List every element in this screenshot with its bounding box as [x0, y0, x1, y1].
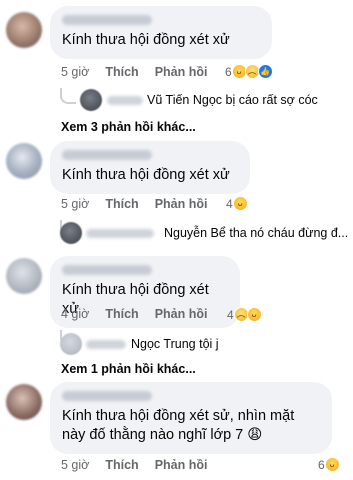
like-button[interactable]: Thích [105, 197, 138, 211]
reply-line: Vũ Tiến Ngọc bị cáo rất sợ cóc [147, 93, 318, 107]
comment-time[interactable]: 5 giờ [61, 197, 89, 211]
comment-time[interactable]: 5 giờ [61, 458, 89, 472]
commenter-avatar[interactable] [6, 143, 42, 179]
reply-text: tội j [199, 337, 219, 351]
reply-button[interactable]: Phản hồi [155, 65, 208, 79]
haha-icon: ᴗ [246, 307, 262, 322]
blurred-reply-prefix [86, 229, 154, 238]
comment-time[interactable]: 4 giờ [61, 307, 89, 321]
reaction-count: 4 [226, 196, 233, 211]
commenter-avatar[interactable] [6, 384, 42, 420]
haha-icon: ᴗ [324, 457, 340, 472]
blurred-commenter-name[interactable] [62, 150, 152, 160]
commenter-avatar[interactable] [6, 258, 42, 294]
reply-author[interactable]: Nguyễn Bể [164, 226, 226, 240]
reply-line: Ngọc Trung tội j [131, 337, 219, 351]
like-icon: 👍 [257, 64, 273, 79]
reply-author[interactable]: Vũ Tiến Ngọc [147, 93, 222, 107]
haha-icon: ᴗ [232, 196, 248, 211]
reaction-summary[interactable]: 6 ᴗ ︵ 👍 [225, 64, 273, 79]
comment-text: Kính thưa hội đồng xét sử, nhìn mặt này … [62, 408, 295, 443]
reaction-summary[interactable]: 4 ᴗ [226, 196, 248, 211]
reply-button[interactable]: Phản hồi [155, 307, 208, 321]
comment-bubble: Kính thưa hội đồng xét xử [50, 141, 250, 194]
reply-avatar[interactable] [60, 222, 82, 244]
blurred-reply-prefix [86, 340, 126, 349]
reaction-summary[interactable]: 6 ᴗ [318, 457, 340, 472]
reply-line: Nguyễn Bể tha nó cháu đừng đ... [164, 226, 348, 240]
reply-avatar[interactable] [60, 333, 82, 355]
reply-button[interactable]: Phản hồi [155, 197, 208, 211]
like-button[interactable]: Thích [105, 307, 138, 321]
reply-connector [60, 88, 76, 104]
view-more-replies-link[interactable]: Xem 1 phản hồi khác... [61, 362, 196, 376]
comment-time[interactable]: 5 giờ [61, 65, 89, 79]
view-more-replies-link[interactable]: Xem 3 phản hồi khác... [61, 120, 196, 134]
comment-actions: 4 giờ Thích Phản hồi [61, 307, 223, 321]
blurred-commenter-name[interactable] [62, 265, 152, 275]
reply-text: tha nó cháu đừng đ... [229, 226, 349, 240]
like-button[interactable]: Thích [105, 65, 138, 79]
comment-actions: 5 giờ Thích Phản hồi [61, 458, 223, 472]
reaction-count: 6 [225, 64, 232, 79]
blurred-reply-prefix [107, 96, 143, 105]
reaction-summary[interactable]: 4 ︵ ᴗ [227, 307, 262, 322]
comment-bubble: Kính thưa hội đồng xét xử [50, 6, 272, 59]
reply-text: bị cáo rất sợ cóc [225, 93, 318, 107]
reply-avatar[interactable] [80, 89, 102, 111]
blurred-commenter-name[interactable] [62, 391, 152, 401]
blurred-commenter-name[interactable] [62, 15, 152, 25]
reaction-count: 4 [227, 307, 234, 322]
comment-actions: 5 giờ Thích Phản hồi [61, 65, 223, 79]
comment-text: Kính thưa hội đồng xét xử [62, 167, 230, 183]
like-button[interactable]: Thích [105, 458, 138, 472]
comment-actions: 5 giờ Thích Phản hồi [61, 197, 223, 211]
commenter-avatar[interactable] [6, 12, 42, 48]
comment-text: Kính thưa hội đồng xét xử [62, 32, 230, 48]
reaction-count: 6 [318, 457, 325, 472]
reply-button[interactable]: Phản hồi [155, 458, 208, 472]
reply-author[interactable]: Ngọc Trung [131, 337, 196, 351]
comment-bubble: Kính thưa hội đồng xét sử, nhìn mặt này … [50, 382, 332, 454]
